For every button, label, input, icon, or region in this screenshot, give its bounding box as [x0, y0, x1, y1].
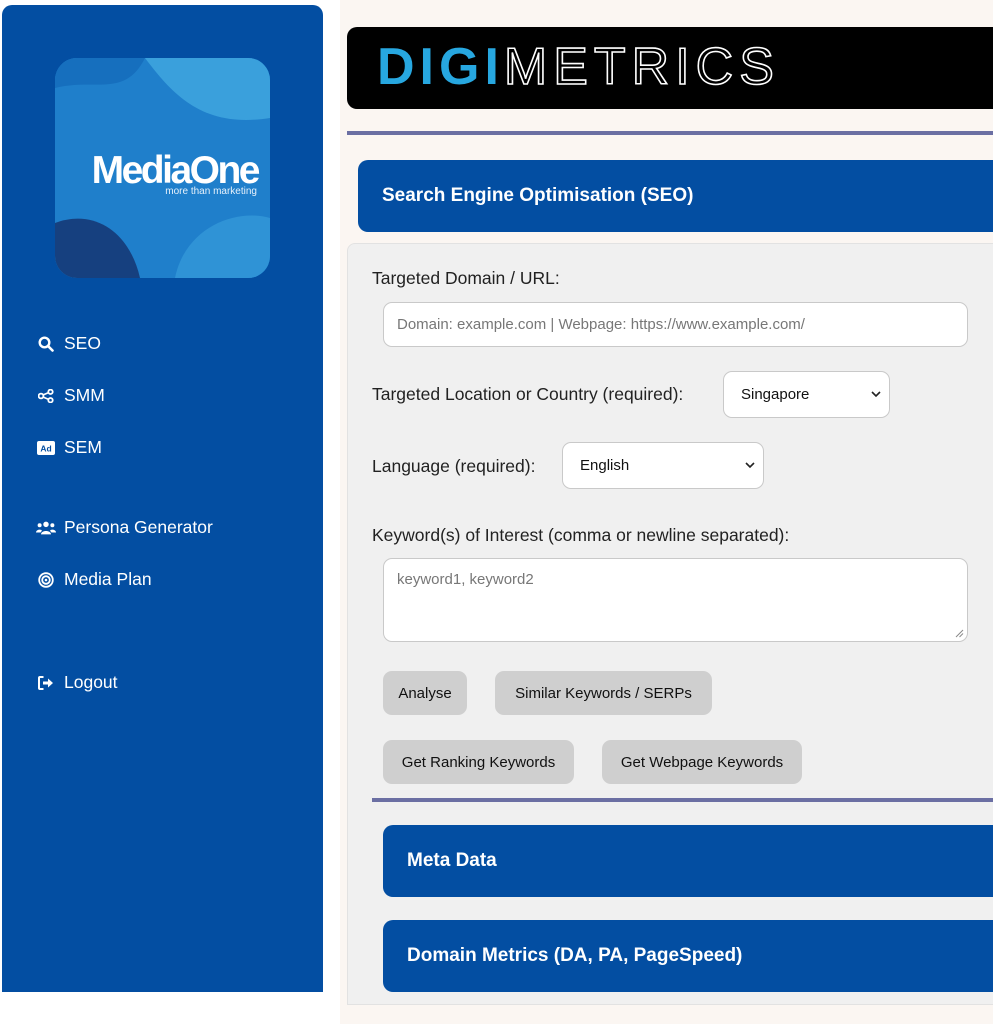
seo-section-header[interactable]: Search Engine Optimisation (SEO) — [358, 160, 993, 232]
chevron-down-icon — [745, 461, 755, 468]
app-title-rest: METRICS — [503, 37, 780, 97]
ad-icon: Ad — [36, 439, 56, 457]
share-icon — [36, 387, 56, 405]
sidebar-item-label: Persona Generator — [64, 517, 213, 537]
mediaone-logo: MediaOne more than marketing — [55, 58, 270, 278]
domain-metrics-title: Domain Metrics (DA, PA, PageSpeed) — [407, 945, 743, 966]
sidebar-item-logout[interactable]: Logout — [36, 672, 118, 693]
sidebar-item-persona-generator[interactable]: Persona Generator — [36, 517, 213, 538]
domain-metrics-section-header[interactable]: Domain Metrics (DA, PA, PageSpeed) — [383, 920, 993, 992]
chevron-down-icon — [871, 390, 881, 397]
sidebar-item-label: SMM — [64, 385, 105, 405]
language-select[interactable]: English — [562, 442, 764, 489]
search-icon — [36, 335, 56, 353]
keywords-textarea[interactable]: keyword1, keyword2 — [383, 558, 968, 642]
sidebar-item-smm[interactable]: SMM — [36, 385, 105, 406]
svg-text:Ad: Ad — [40, 443, 51, 453]
meta-data-section-header[interactable]: Meta Data — [383, 825, 993, 897]
seo-section-title: Search Engine Optimisation (SEO) — [382, 185, 694, 206]
sidebar-item-media-plan[interactable]: Media Plan — [36, 569, 152, 590]
resize-grip-icon[interactable] — [954, 628, 964, 638]
sidebar-item-label: SEM — [64, 437, 102, 457]
sidebar-item-label: SEO — [64, 333, 101, 353]
divider — [347, 131, 993, 135]
app-title-accent: DIGI — [377, 38, 504, 96]
logo-tagline: more than marketing — [165, 186, 257, 197]
location-select-value: Singapore — [741, 386, 810, 403]
location-select[interactable]: Singapore — [723, 371, 890, 418]
domain-input[interactable]: Domain: example.com | Webpage: https://w… — [383, 302, 968, 347]
webpage-keywords-button[interactable]: Get Webpage Keywords — [602, 740, 802, 784]
app-banner: DIGIMETRICS — [347, 27, 993, 109]
logo-wordmark: MediaOne — [91, 149, 261, 192]
sidebar: MediaOne more than marketing SEO SMM Ad … — [2, 5, 323, 992]
users-icon — [36, 519, 56, 537]
target-icon — [36, 571, 56, 589]
domain-input-placeholder: Domain: example.com | Webpage: https://w… — [397, 316, 805, 333]
ranking-keywords-button[interactable]: Get Ranking Keywords — [383, 740, 574, 784]
analyse-button[interactable]: Analyse — [383, 671, 467, 715]
sidebar-item-label: Media Plan — [64, 569, 152, 589]
sidebar-item-label: Logout — [64, 672, 118, 692]
app-title: DIGIMETRICS — [377, 35, 780, 99]
similar-keywords-button[interactable]: Similar Keywords / SERPs — [495, 671, 712, 715]
sidebar-item-seo[interactable]: SEO — [36, 333, 101, 354]
meta-data-title: Meta Data — [407, 850, 497, 871]
keywords-label: Keyword(s) of Interest (comma or newline… — [372, 525, 790, 545]
divider — [372, 798, 993, 802]
keywords-placeholder: keyword1, keyword2 — [397, 571, 534, 588]
sidebar-item-sem[interactable]: Ad SEM — [36, 437, 102, 458]
location-label: Targeted Location or Country (required): — [372, 384, 684, 404]
logout-icon — [36, 674, 56, 692]
language-label: Language (required): — [372, 456, 536, 476]
domain-label: Targeted Domain / URL: — [372, 268, 560, 288]
language-select-value: English — [580, 457, 630, 474]
